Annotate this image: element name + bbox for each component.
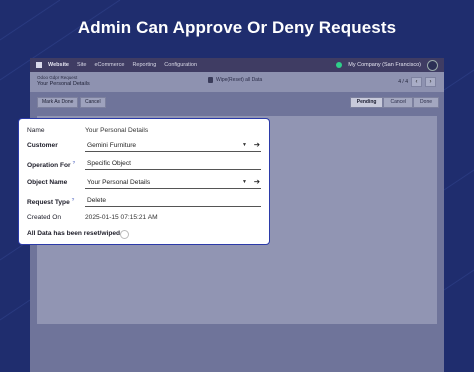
wipe-data-button[interactable]: Wipe(Reset) all Data [208,77,262,83]
form-card: Name Your Personal Details Customer Gemi… [18,118,270,245]
menu-configuration[interactable]: Configuration [164,62,197,68]
object-label: Object Name [27,179,68,186]
chevron-down-icon[interactable]: ▼ [242,142,247,148]
action-bar: Mark As Done Cancel Pending Cancel Done [30,95,444,109]
app-name[interactable]: Website [48,62,69,68]
menu-ecommerce[interactable]: eCommerce [94,62,124,68]
pager: 4 / 4 ‹ › [398,77,436,87]
wiped-row: All Data has been reset/wiped [27,227,261,241]
customer-value: Gemini Furniture [87,142,137,149]
object-field[interactable]: Your Personal Details ▼ ➔ [85,176,261,189]
request-type-row: Request Type ? Delete [27,194,261,208]
menu-site[interactable]: Site [77,62,86,68]
object-value: Your Personal Details [87,179,151,186]
object-row: Object Name Your Personal Details ▼ ➔ [27,176,261,190]
chevron-down-icon[interactable]: ▼ [242,179,247,185]
menu-reporting[interactable]: Reporting [132,62,156,68]
page-headline: Admin Can Approve Or Deny Requests [77,18,397,37]
created-on-label: Created On [27,214,62,221]
customer-field[interactable]: Gemini Furniture ▼ ➔ [85,139,261,152]
wiped-label: All Data has been reset/wiped [27,230,121,237]
operation-value: Specific Object [87,160,131,167]
name-value: Your Personal Details [85,127,149,134]
status-cancel[interactable]: Cancel [383,97,414,108]
customer-row: Customer Gemini Furniture ▼ ➔ [27,139,261,153]
request-type-field[interactable]: Delete [85,194,261,207]
pager-prev-button[interactable]: ‹ [411,77,422,87]
breadcrumb-parent[interactable]: Odoo Gdpr Request [37,75,77,80]
apps-grid-icon[interactable] [36,62,42,68]
operation-label: Operation For ? [27,160,76,170]
operation-field[interactable]: Specific Object [85,157,261,170]
help-icon[interactable]: ? [72,160,75,165]
status-bar: Pending Cancel Done [349,97,439,108]
pager-value: 4 / 4 [398,79,408,85]
control-panel: Odoo Gdpr Request Your Personal Details … [30,72,444,92]
mark-as-done-button[interactable]: Mark As Done [37,97,79,108]
top-navbar: Website Site eCommerce Reporting Configu… [30,58,444,72]
online-status-icon[interactable] [336,62,343,68]
help-icon[interactable]: ? [72,197,75,202]
internal-link-arrow-icon[interactable]: ➔ [254,140,260,149]
wiped-checkbox[interactable] [120,230,129,239]
request-type-value: Delete [87,197,107,204]
name-row: Name Your Personal Details [27,124,261,138]
pager-next-button[interactable]: › [425,77,436,87]
cancel-button[interactable]: Cancel [80,97,106,108]
request-type-label: Request Type ? [27,197,75,207]
created-on-row: Created On 2025-01-15 07:15:21 AM [27,211,261,225]
avatar[interactable] [427,59,438,71]
name-label: Name [27,127,45,134]
operation-row: Operation For ? Specific Object [27,157,261,171]
internal-link-arrow-icon[interactable]: ➔ [254,177,260,186]
breadcrumb-current: Your Personal Details [37,81,90,87]
company-switcher[interactable]: My Company (San Francisco) [348,62,421,68]
status-pending[interactable]: Pending [349,97,384,108]
status-done[interactable]: Done [413,97,439,108]
wipe-data-label: Wipe(Reset) all Data [216,77,263,83]
customer-label: Customer [27,142,58,149]
created-on-value: 2025-01-15 07:15:21 AM [85,214,158,221]
trash-icon [208,77,213,83]
